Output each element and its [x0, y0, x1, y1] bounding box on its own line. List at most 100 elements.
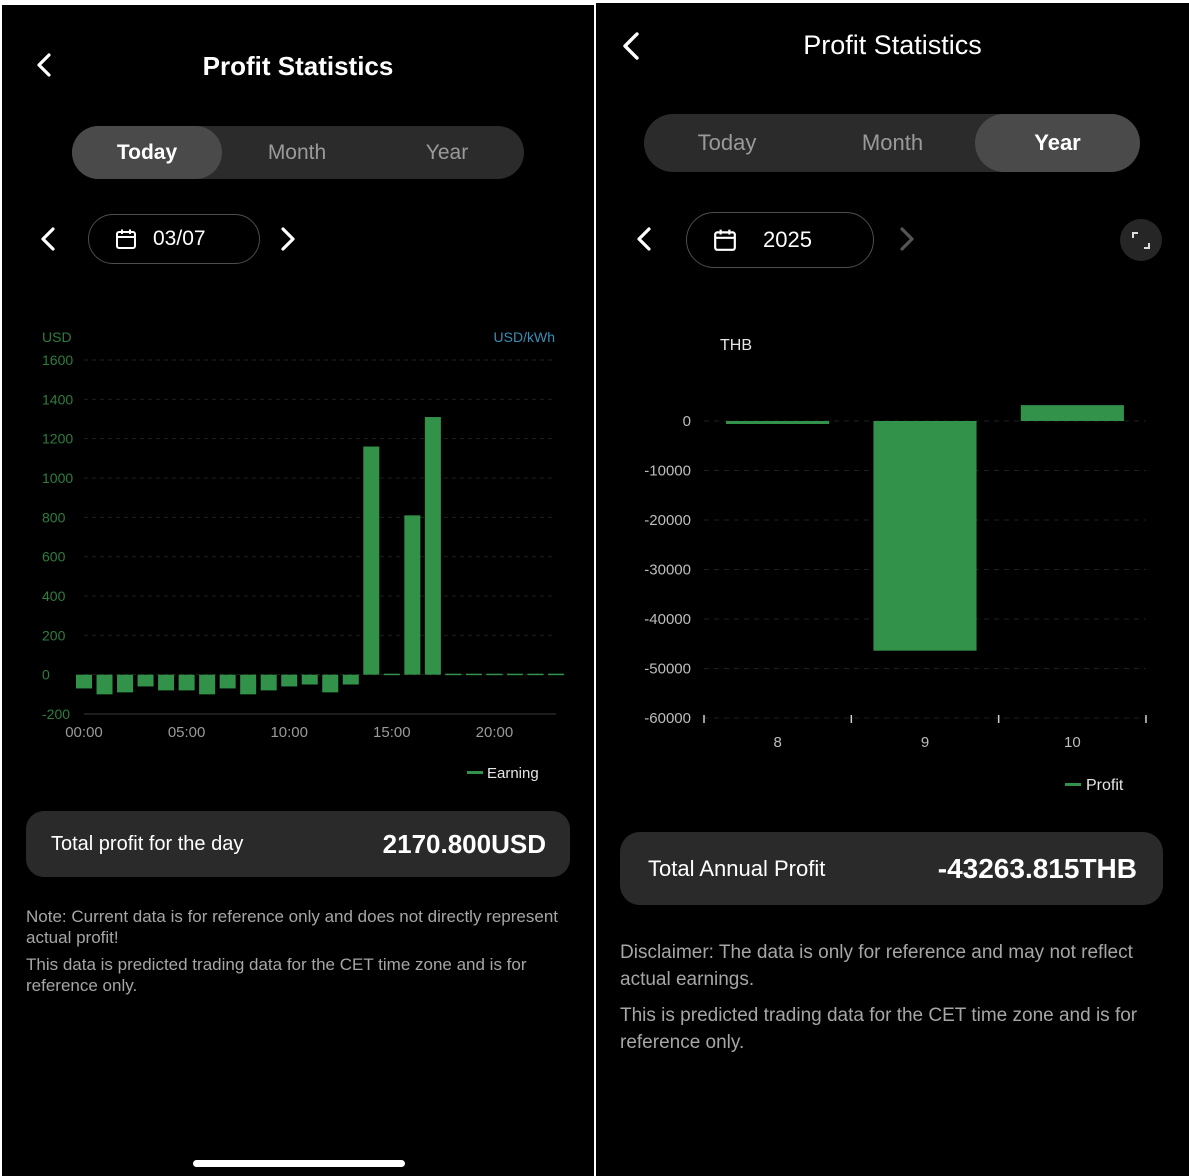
legend-label: Earning: [487, 765, 539, 782]
expand-icon: [1132, 232, 1150, 249]
x-tick-label: 20:00: [476, 724, 514, 741]
year-picker[interactable]: 2025: [686, 212, 874, 268]
earning-bar[interactable]: [445, 673, 462, 676]
chevron-left-icon: [41, 227, 55, 251]
page-title: Profit Statistics: [202, 51, 394, 81]
legend-swatch: [1065, 783, 1081, 786]
y-tick-label: 0: [42, 667, 50, 683]
earning-bar[interactable]: [137, 674, 154, 687]
x-tick-label: 05:00: [168, 724, 206, 741]
earning-bar[interactable]: [178, 674, 195, 691]
earning-bar[interactable]: [486, 673, 503, 676]
disclaimer-text-2: This is predicted trading data for the C…: [620, 1005, 1138, 1053]
y-tick-label: -30000: [644, 562, 691, 579]
total-profit-value: 2170.800USD: [382, 828, 546, 859]
calendar-icon: [714, 229, 736, 251]
tab-year[interactable]: Year: [975, 114, 1140, 172]
profit-bar[interactable]: [726, 421, 830, 424]
profit-bar[interactable]: [1020, 405, 1124, 421]
earning-bar[interactable]: [404, 515, 421, 675]
y-axis-unit: THB: [720, 337, 752, 354]
earning-bar[interactable]: [117, 674, 134, 693]
y-tick-label: 800: [42, 509, 66, 525]
legend-swatch: [467, 771, 483, 774]
page-title: Profit Statistics: [803, 30, 982, 60]
y-tick-label: -200: [42, 706, 70, 722]
earning-bar[interactable]: [260, 674, 277, 691]
total-annual-profit-card: Total Annual Profit -43263.815THB: [620, 832, 1163, 905]
tab-month[interactable]: Month: [810, 114, 975, 172]
calendar-icon: [116, 229, 136, 249]
earning-bar[interactable]: [219, 674, 236, 689]
left-screen: Profit Statistics Today Month Year 03/07…: [2, 5, 594, 1176]
period-tabs: Today Month Year: [72, 126, 524, 179]
total-annual-profit-value: -43263.815THB: [937, 852, 1137, 884]
earning-bar[interactable]: [342, 674, 359, 685]
earning-bar[interactable]: [465, 673, 482, 676]
next-date-button[interactable]: [278, 224, 298, 260]
x-tick-label: 10:00: [270, 724, 308, 741]
x-tick-label: 9: [921, 734, 929, 751]
y-tick-label: 1200: [42, 431, 73, 447]
earning-bar[interactable]: [199, 674, 216, 695]
total-profit-card: Total profit for the day 2170.800USD: [26, 811, 570, 877]
earning-chart: USD USD/kWh -200 0 200 400 600 800 1000 1200 1400 1…: [42, 329, 565, 782]
note-text-2: This data is predicted trading data for …: [26, 955, 527, 995]
chevron-right-icon: [900, 227, 914, 251]
date-picker[interactable]: 03/07: [88, 214, 260, 264]
earning-bar[interactable]: [96, 674, 113, 695]
y-tick-label: 0: [683, 413, 691, 430]
prev-year-button[interactable]: [634, 224, 654, 260]
note-text-1: Note: Current data is for reference only…: [26, 907, 559, 947]
y-tick-label: 400: [42, 588, 66, 604]
earning-bar[interactable]: [240, 674, 257, 695]
x-tick-label: 00:00: [65, 724, 103, 741]
y-tick-label: -40000: [644, 611, 691, 628]
y-tick-label: -50000: [644, 661, 691, 678]
earning-bar[interactable]: [322, 674, 339, 693]
disclaimer-text-1: Disclaimer: The data is only for referen…: [620, 942, 1133, 990]
period-tabs: Today Month Year: [644, 114, 1140, 172]
y-tick-label: -20000: [644, 512, 691, 529]
tab-month[interactable]: Month: [222, 126, 372, 179]
x-tick-label: 15:00: [373, 724, 411, 741]
x-tick-label: 10: [1064, 734, 1081, 751]
earning-bar[interactable]: [383, 673, 400, 676]
y-tick-label: -10000: [644, 463, 691, 480]
earning-bar[interactable]: [506, 673, 523, 676]
year-value: 2025: [763, 227, 812, 252]
y-tick-label: 1000: [42, 470, 73, 486]
date-value: 03/07: [153, 227, 206, 250]
prev-date-button[interactable]: [38, 224, 58, 260]
earning-bar[interactable]: [527, 673, 544, 676]
next-year-button[interactable]: [897, 224, 917, 260]
earning-bar[interactable]: [547, 673, 565, 676]
y-axis-unit-left: USD: [42, 329, 72, 345]
y-axis-unit-right: USD/kWh: [494, 329, 555, 345]
total-annual-profit-label: Total Annual Profit: [648, 855, 826, 881]
y-tick-label: -60000: [644, 710, 691, 727]
y-tick-label: 200: [42, 627, 66, 643]
y-tick-label: 1400: [42, 391, 73, 407]
y-tick-label: 600: [42, 549, 66, 565]
total-profit-label: Total profit for the day: [51, 832, 244, 855]
profit-chart: THB 0 -10000 -20000 -30000 -40000 -50000 -60000…: [644, 337, 1147, 794]
legend-label: Profit: [1086, 777, 1124, 794]
earning-bar[interactable]: [158, 674, 175, 691]
earning-bar[interactable]: [75, 674, 93, 689]
earning-bar[interactable]: [281, 674, 298, 687]
earning-bar[interactable]: [424, 417, 441, 675]
tab-year[interactable]: Year: [372, 126, 522, 179]
expand-button[interactable]: [1120, 219, 1162, 261]
x-tick-label: 8: [773, 734, 781, 751]
chevron-left-icon: [637, 227, 651, 251]
chevron-right-icon: [281, 227, 295, 251]
home-indicator[interactable]: [193, 1160, 405, 1167]
earning-bar[interactable]: [301, 674, 318, 685]
tab-today[interactable]: Today: [644, 114, 810, 172]
profit-bar[interactable]: [873, 421, 977, 651]
tab-today[interactable]: Today: [72, 126, 222, 179]
right-screen: Profit Statistics Today Month Year 2025 …: [596, 3, 1189, 1176]
earning-bar[interactable]: [363, 446, 380, 675]
y-tick-label: 1600: [42, 352, 73, 368]
